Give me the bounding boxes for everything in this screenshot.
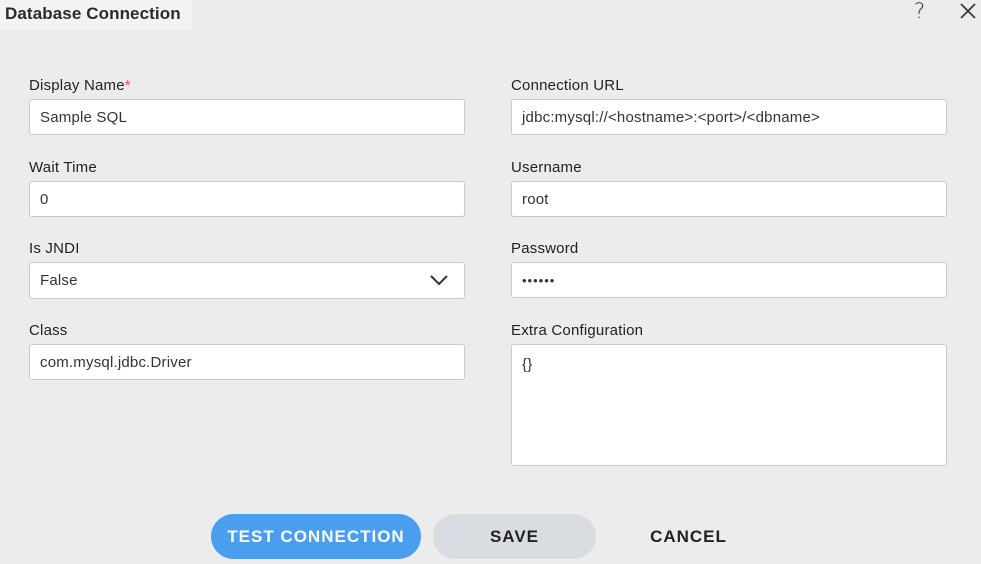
is-jndi-value: False: [40, 272, 78, 289]
dialog-title: Database Connection: [5, 4, 181, 23]
class-input[interactable]: com.mysql.jdbc.Driver: [29, 344, 465, 380]
class-label: Class: [29, 322, 68, 339]
password-input[interactable]: ••••••: [511, 262, 947, 298]
wait-time-label: Wait Time: [29, 159, 97, 176]
is-jndi-label: Is JNDI: [29, 240, 80, 257]
cancel-button[interactable]: CANCEL: [606, 514, 771, 559]
connection-url-label: Connection URL: [511, 77, 624, 94]
extra-configuration-label: Extra Configuration: [511, 322, 644, 339]
username-label: Username: [511, 159, 582, 176]
dialog-title-tab: Database Connection: [0, 0, 192, 30]
help-icon[interactable]: ?: [914, 0, 925, 23]
extra-configuration-textarea[interactable]: {}: [511, 344, 947, 466]
chevron-down-icon: [429, 273, 449, 287]
connection-url-input[interactable]: jdbc:mysql://<hostname>:<port>/<dbname>: [511, 99, 947, 135]
close-icon[interactable]: [958, 1, 978, 21]
display-name-label: Display Name*: [29, 77, 131, 94]
is-jndi-select[interactable]: False: [29, 262, 465, 299]
password-label: Password: [511, 240, 579, 257]
save-button[interactable]: SAVE: [433, 514, 596, 559]
required-mark: *: [124, 77, 131, 94]
display-name-input[interactable]: Sample SQL: [29, 99, 465, 135]
test-connection-button[interactable]: TEST CONNECTION: [211, 514, 421, 559]
wait-time-input[interactable]: 0: [29, 181, 465, 217]
username-input[interactable]: root: [511, 181, 947, 217]
